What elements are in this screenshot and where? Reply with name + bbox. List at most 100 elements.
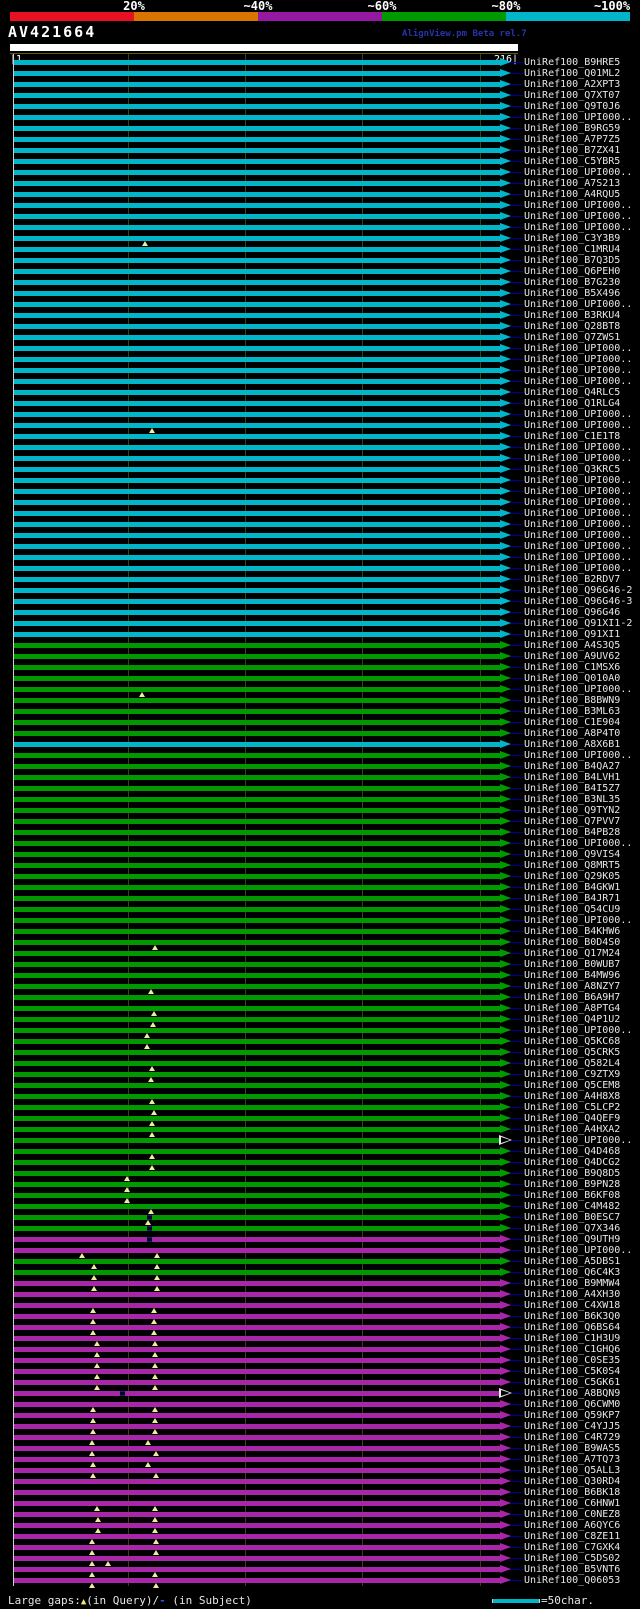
arrow-icon[interactable]	[500, 432, 511, 440]
hit-label[interactable]: UniRef100_Q4P1U2	[524, 1014, 620, 1025]
hit-label[interactable]: UniRef100_UPI000..	[524, 354, 632, 365]
hit-label[interactable]: UniRef100_Q5ALL3	[524, 1465, 620, 1476]
hit-bar[interactable]	[14, 1259, 500, 1264]
hit-label[interactable]: UniRef100_C1E904	[524, 717, 620, 728]
arrow-icon[interactable]	[500, 740, 511, 748]
arrow-icon[interactable]	[500, 124, 511, 132]
arrow-icon[interactable]	[500, 1279, 511, 1287]
hit-label[interactable]: UniRef100_A8BQN9	[524, 1388, 620, 1399]
hit-bar[interactable]	[14, 214, 500, 219]
arrow-icon[interactable]	[500, 256, 511, 264]
hit-bar[interactable]	[14, 951, 500, 956]
arrow-icon[interactable]	[500, 553, 511, 561]
hit-bar[interactable]	[14, 533, 500, 538]
arrow-icon[interactable]	[500, 751, 511, 759]
hit-label[interactable]: UniRef100_C0SE35	[524, 1355, 620, 1366]
hit-label[interactable]: UniRef100_C1E1T8	[524, 431, 620, 442]
arrow-icon[interactable]	[500, 1367, 511, 1375]
hit-label[interactable]: UniRef100_A7S213	[524, 178, 620, 189]
arrow-icon[interactable]	[500, 1202, 511, 1210]
arrow-icon[interactable]	[500, 630, 511, 638]
hit-bar[interactable]	[14, 511, 500, 516]
hit-bar[interactable]	[14, 643, 500, 648]
arrow-icon[interactable]	[500, 223, 511, 231]
hit-bar[interactable]	[14, 1226, 500, 1231]
hit-label[interactable]: UniRef100_Q9T0J6	[524, 101, 620, 112]
hit-label[interactable]: UniRef100_Q6PEH0	[524, 266, 620, 277]
arrow-icon[interactable]	[500, 1554, 511, 1562]
arrow-icon[interactable]	[500, 564, 511, 572]
hit-label[interactable]: UniRef100_UPI000..	[524, 112, 632, 123]
hit-bar[interactable]	[14, 1182, 500, 1187]
arrow-icon[interactable]	[500, 1037, 511, 1045]
hit-label[interactable]: UniRef100_UPI000..	[524, 420, 632, 431]
hit-bar[interactable]	[14, 940, 500, 945]
hit-label[interactable]: UniRef100_A4S3Q5	[524, 640, 620, 651]
hit-label[interactable]: UniRef100_A5DBS1	[524, 1256, 620, 1267]
hit-label[interactable]: UniRef100_B5VNT6	[524, 1564, 620, 1575]
arrow-icon[interactable]	[500, 1257, 511, 1265]
hit-bar[interactable]	[14, 467, 500, 472]
arrow-icon[interactable]	[500, 267, 511, 275]
hit-label[interactable]: UniRef100_Q59KP7	[524, 1410, 620, 1421]
arrow-icon[interactable]	[500, 1323, 511, 1331]
hit-bar[interactable]	[14, 731, 500, 736]
hit-bar[interactable]	[14, 390, 500, 395]
hit-bar[interactable]	[14, 445, 500, 450]
hit-label[interactable]: UniRef100_UPI000..	[524, 365, 632, 376]
hit-bar[interactable]	[14, 621, 500, 626]
arrow-icon[interactable]	[500, 1543, 511, 1551]
hit-label[interactable]: UniRef100_Q010A0	[524, 673, 620, 684]
hit-bar[interactable]	[14, 929, 500, 934]
hit-bar[interactable]	[14, 742, 500, 747]
arrow-icon[interactable]	[500, 982, 511, 990]
arrow-icon[interactable]	[500, 1444, 511, 1452]
hit-label[interactable]: UniRef100_Q30RD4	[524, 1476, 620, 1487]
arrow-icon[interactable]	[500, 652, 511, 660]
hit-label[interactable]: UniRef100_B0WUB7	[524, 959, 620, 970]
hit-label[interactable]: UniRef100_Q4DCG2	[524, 1157, 620, 1168]
arrow-icon[interactable]	[500, 1213, 511, 1221]
hit-label[interactable]: UniRef100_C1H3U9	[524, 1333, 620, 1344]
arrow-icon[interactable]	[500, 971, 511, 979]
arrow-icon[interactable]	[500, 1466, 511, 1474]
hit-bar[interactable]	[14, 1204, 500, 1209]
hit-bar[interactable]	[14, 368, 500, 373]
hit-label[interactable]: UniRef100_UPI000..	[524, 519, 632, 530]
hit-label[interactable]: UniRef100_Q5KC68	[524, 1036, 620, 1047]
arrow-icon[interactable]	[500, 828, 511, 836]
hit-label[interactable]: UniRef100_B3ML63	[524, 706, 620, 717]
hit-bar[interactable]	[14, 577, 500, 582]
hit-bar[interactable]	[14, 1534, 500, 1539]
hit-label[interactable]: UniRef100_A8X6B1	[524, 739, 620, 750]
hit-bar[interactable]	[14, 841, 500, 846]
hit-bar[interactable]	[14, 676, 500, 681]
hit-label[interactable]: UniRef100_A8P4T0	[524, 728, 620, 739]
arrow-icon[interactable]	[500, 784, 511, 792]
hit-bar[interactable]	[14, 1105, 500, 1110]
arrow-icon[interactable]	[500, 1268, 511, 1276]
hit-bar[interactable]	[14, 1512, 500, 1517]
hit-bar[interactable]	[14, 280, 500, 285]
hit-label[interactable]: UniRef100_B4MW96	[524, 970, 620, 981]
arrow-icon[interactable]	[500, 1048, 511, 1056]
hit-bar[interactable]	[14, 313, 500, 318]
hit-bar[interactable]	[14, 379, 500, 384]
arrow-icon[interactable]	[500, 916, 511, 924]
hit-label[interactable]: UniRef100_Q17M24	[524, 948, 620, 959]
hit-bar[interactable]	[14, 456, 500, 461]
hit-bar[interactable]	[14, 401, 500, 406]
hit-label[interactable]: UniRef100_UPI000..	[524, 167, 632, 178]
hit-bar[interactable]	[14, 1556, 500, 1561]
hit-bar[interactable]	[14, 500, 500, 505]
arrow-icon[interactable]	[500, 135, 511, 143]
hit-label[interactable]: UniRef100_B9RG59	[524, 123, 620, 134]
hit-bar[interactable]	[14, 852, 500, 857]
hit-label[interactable]: UniRef100_Q4RLC5	[524, 387, 620, 398]
hit-bar[interactable]	[14, 1545, 500, 1550]
hit-label[interactable]: UniRef100_UPI000..	[524, 541, 632, 552]
arrow-icon[interactable]	[500, 1246, 511, 1254]
hit-bar[interactable]	[14, 1215, 500, 1220]
hit-bar[interactable]	[14, 1237, 500, 1242]
arrow-icon[interactable]	[500, 300, 511, 308]
